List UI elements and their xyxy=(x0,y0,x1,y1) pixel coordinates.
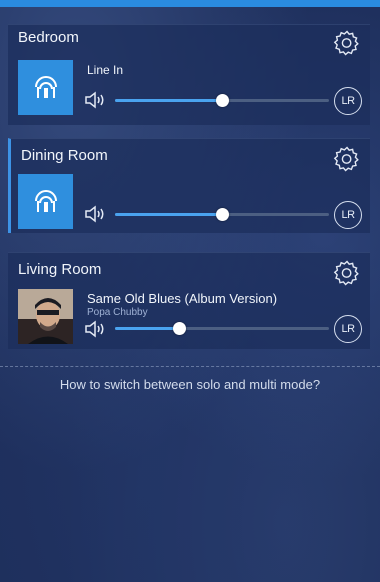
room-name: Dining Room xyxy=(21,147,108,164)
volume-knob[interactable] xyxy=(216,94,229,107)
volume-fill xyxy=(115,99,222,102)
gear-icon[interactable] xyxy=(332,258,362,288)
source-label: Line In xyxy=(87,63,124,77)
volume-slider[interactable] xyxy=(115,94,329,107)
gear-icon[interactable] xyxy=(332,144,362,174)
room-card-living-room[interactable]: Living Room Same Old Blues (Album Versio… xyxy=(8,252,370,349)
channel-lr-button[interactable]: LR xyxy=(334,315,362,343)
room-card-dining-room[interactable]: Dining Room LR xyxy=(8,138,370,233)
track-artist: Popa Chubby xyxy=(87,307,148,318)
album-art-image xyxy=(18,289,73,344)
help-link[interactable]: How to switch between solo and multi mod… xyxy=(0,377,380,392)
volume-icon[interactable] xyxy=(84,320,106,338)
room-card-bedroom[interactable]: Bedroom Line In LR xyxy=(8,24,370,125)
volume-slider[interactable] xyxy=(115,322,329,335)
volume-fill xyxy=(115,213,222,216)
wifi-speaker-icon xyxy=(34,75,57,98)
channel-lr-button[interactable]: LR xyxy=(334,87,362,115)
volume-icon[interactable] xyxy=(84,91,106,109)
channel-lr-button[interactable]: LR xyxy=(334,201,362,229)
volume-slider[interactable] xyxy=(115,208,329,221)
divider xyxy=(0,366,380,367)
source-tile[interactable] xyxy=(18,60,73,115)
track-title: Same Old Blues (Album Version) xyxy=(87,291,278,306)
room-name: Living Room xyxy=(18,261,102,278)
source-tile[interactable] xyxy=(18,174,73,229)
top-accent-bar xyxy=(0,0,380,7)
gear-icon[interactable] xyxy=(332,28,362,58)
volume-fill xyxy=(115,327,180,330)
volume-knob[interactable] xyxy=(216,208,229,221)
volume-icon[interactable] xyxy=(84,205,106,223)
room-name: Bedroom xyxy=(18,29,79,46)
volume-knob[interactable] xyxy=(173,322,187,335)
wifi-speaker-icon xyxy=(34,189,57,212)
album-art[interactable] xyxy=(18,289,73,344)
